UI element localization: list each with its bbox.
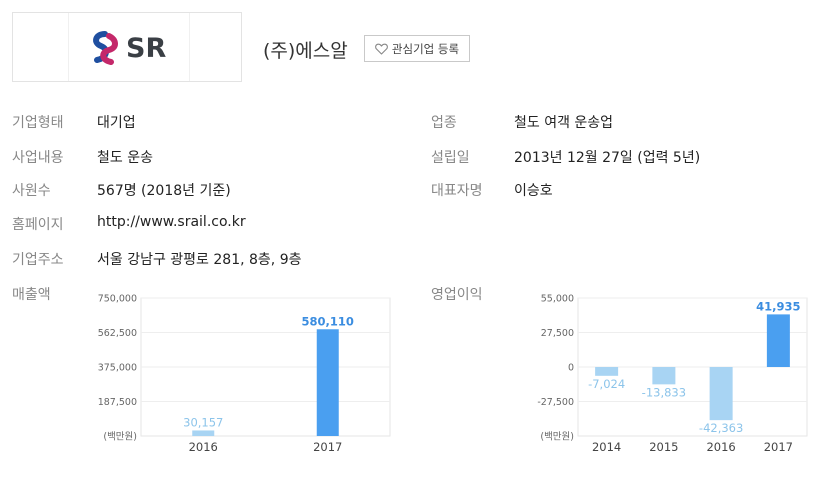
x-tick-label: 2015: [649, 440, 678, 454]
y-tick-label: 0: [568, 363, 574, 374]
bar: [595, 367, 619, 376]
y-tick-label: 27,500: [541, 328, 574, 339]
bar: [652, 367, 676, 385]
unit-label: (백만원): [540, 432, 574, 443]
y-tick-label: 55,000: [541, 294, 574, 305]
data-label: -42,363: [699, 421, 743, 435]
y-tick-label: -27,500: [537, 397, 574, 408]
data-label: -7,024: [588, 377, 625, 391]
data-label: 41,935: [756, 299, 800, 313]
x-tick-label: 2016: [706, 440, 735, 454]
bar: [766, 314, 790, 367]
bar: [709, 367, 733, 421]
operating-profit-chart: 55,000 27,500 0 -27,500 (백만원) -7,024 2014 -13,8…: [537, 294, 808, 454]
data-label: -13,833: [642, 385, 686, 399]
x-tick-label: 2017: [764, 440, 793, 454]
x-tick-label: 2014: [592, 440, 621, 454]
